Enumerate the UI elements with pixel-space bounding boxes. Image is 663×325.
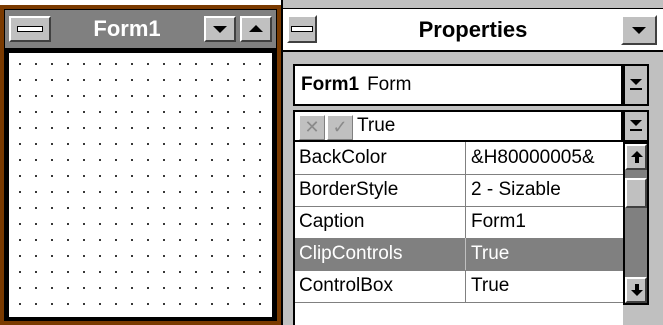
properties-title-bar[interactable]: Properties (283, 8, 663, 52)
property-name: BackColor (299, 147, 387, 168)
minimize-arrow-icon[interactable] (621, 15, 657, 45)
scroll-down-icon[interactable] (625, 277, 647, 303)
object-select[interactable]: Form1 Form (293, 64, 623, 106)
form1-title: Form1 (93, 16, 161, 41)
object-type: Form (367, 74, 412, 95)
property-value: True (471, 275, 510, 296)
system-menu-icon[interactable] (9, 16, 51, 42)
property-row-selected[interactable]: ClipControls True (295, 238, 623, 271)
property-list[interactable]: BackColor &H80000005& BorderStyle 2 - Si… (293, 142, 623, 325)
value-dropdown-icon[interactable] (623, 110, 649, 142)
properties-window[interactable]: Properties Form1 Form ✕ ✓ True BackColor … (281, 0, 663, 325)
property-value: 2 - Sizable (471, 179, 561, 200)
system-menu-icon[interactable] (287, 15, 317, 43)
property-value: &H80000005& (471, 147, 595, 168)
scroll-thumb[interactable] (625, 178, 647, 208)
property-row[interactable]: Caption Form1 (295, 206, 623, 239)
maximize-arrow-icon[interactable] (240, 16, 272, 42)
scroll-up-icon[interactable] (625, 144, 647, 170)
form1-title-bar[interactable]: Form1 (5, 10, 276, 48)
cancel-x-icon[interactable]: ✕ (299, 115, 325, 140)
system-menu-bar (291, 26, 313, 32)
minimize-arrow-icon[interactable] (204, 16, 236, 42)
property-row[interactable]: BackColor &H80000005& (295, 142, 623, 175)
property-value: Form1 (471, 211, 526, 232)
property-value-input[interactable]: True (357, 112, 395, 140)
property-list-scrollbar[interactable] (623, 142, 649, 305)
property-value-editor[interactable]: ✕ ✓ True (293, 110, 623, 142)
form1-window[interactable]: Form1 (0, 5, 281, 325)
properties-title: Properties (418, 17, 528, 42)
property-name: Caption (299, 211, 365, 232)
property-row[interactable]: BorderStyle 2 - Sizable (295, 174, 623, 207)
system-menu-bar (17, 26, 43, 32)
property-name: ClipControls (299, 243, 403, 264)
property-name: BorderStyle (299, 179, 399, 200)
form1-design-grid[interactable] (9, 53, 272, 317)
property-row[interactable]: ControlBox True (295, 270, 623, 303)
object-dropdown-icon[interactable] (623, 64, 649, 106)
property-name: ControlBox (299, 275, 393, 296)
property-value: True (471, 243, 510, 264)
confirm-check-icon[interactable]: ✓ (327, 115, 353, 140)
object-name: Form1 (301, 74, 360, 95)
